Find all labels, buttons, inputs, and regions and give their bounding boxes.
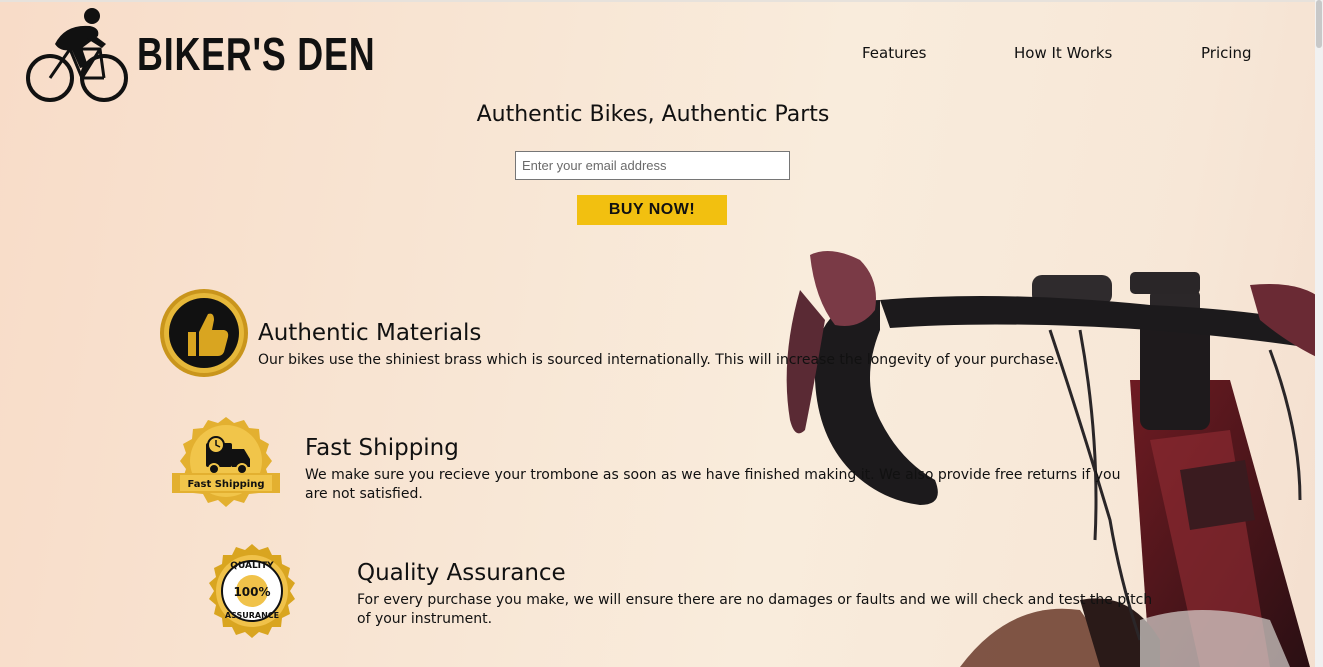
scrollbar-thumb[interactable] bbox=[1316, 0, 1322, 48]
fast-shipping-badge-label: Fast Shipping bbox=[188, 479, 265, 490]
top-border bbox=[0, 0, 1323, 2]
landing-page: BIKER'S DEN Features How It Works Pricin… bbox=[0, 0, 1323, 667]
thumbs-up-badge-icon bbox=[160, 289, 248, 377]
quality-badge-bottom-label: ASSURANCE bbox=[225, 611, 279, 620]
nav-how-it-works[interactable]: How It Works bbox=[1014, 44, 1112, 62]
brand-name: BIKER'S DEN bbox=[137, 28, 376, 80]
feature-text-quality-assurance: For every purchase you make, we will ens… bbox=[357, 592, 1153, 627]
quality-assurance-badge-icon: QUALITY 100% ASSURANCE bbox=[209, 544, 295, 638]
page-scrollbar[interactable] bbox=[1315, 0, 1323, 667]
feature-text-authentic-materials: Our bikes use the shiniest brass which i… bbox=[258, 352, 1059, 368]
feature-title-fast-shipping: Fast Shipping bbox=[305, 435, 459, 461]
nav-pricing[interactable]: Pricing bbox=[1201, 44, 1252, 62]
feature-title-authentic-materials: Authentic Materials bbox=[258, 320, 482, 346]
hero-title: Authentic Bikes, Authentic Parts bbox=[476, 102, 830, 127]
feature-title-quality-assurance: Quality Assurance bbox=[357, 560, 566, 586]
quality-badge-top-label: QUALITY bbox=[230, 561, 274, 571]
email-input[interactable] bbox=[515, 151, 790, 180]
buy-now-button[interactable]: BUY NOW! bbox=[577, 195, 727, 225]
quality-badge-percent-label: 100% bbox=[233, 585, 270, 599]
fast-shipping-badge-icon: Fast Shipping bbox=[172, 417, 280, 507]
feature-text-fast-shipping: We make sure you recieve your trombone a… bbox=[305, 467, 1121, 502]
nav-features[interactable]: Features bbox=[862, 44, 927, 62]
